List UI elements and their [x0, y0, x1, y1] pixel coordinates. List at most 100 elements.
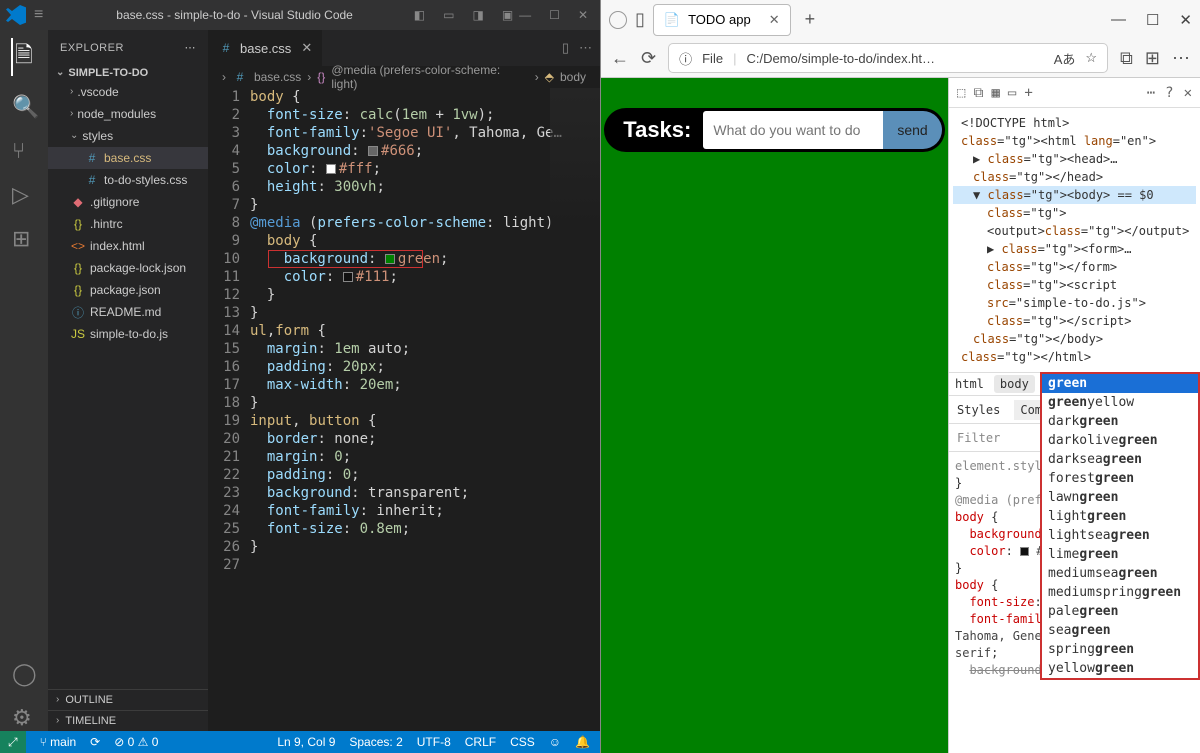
device-icon[interactable]: ⧉ — [973, 85, 983, 101]
tab-actions-icon[interactable]: ▯ — [635, 9, 645, 30]
file-readme[interactable]: ⓘREADME.md — [48, 301, 208, 323]
tab-close-icon[interactable]: ✕ — [301, 40, 312, 56]
bell-icon[interactable]: 🔔 — [575, 735, 590, 749]
folder-node-modules[interactable]: ›node_modules — [48, 103, 208, 125]
file-package-json[interactable]: {}package.json — [48, 279, 208, 301]
address-bar[interactable]: ⓘ File | C:/Demo/simple-to-do/index.ht… … — [668, 43, 1108, 73]
page-info-icon[interactable]: ⓘ — [679, 49, 692, 68]
encoding[interactable]: UTF-8 — [417, 735, 451, 749]
tab-base-css[interactable]: # base.css ✕ — [208, 30, 323, 66]
tab-more-icon[interactable]: ⋯ — [579, 40, 592, 56]
outline-section[interactable]: ›OUTLINE — [48, 689, 208, 710]
highlight-box — [268, 250, 423, 268]
vscode-titlebar[interactable]: ≡ base.css - simple-to-do - Visual Studi… — [0, 0, 600, 30]
favorite-icon[interactable]: ☆ — [1085, 50, 1097, 66]
git-icon[interactable]: ⑂ — [12, 138, 36, 164]
favicon-icon: 📄 — [664, 12, 680, 28]
minimize-icon[interactable]: — — [519, 8, 531, 22]
maximize-icon[interactable]: ☐ — [549, 8, 560, 22]
vscode-window: ≡ base.css - simple-to-do - Visual Studi… — [0, 0, 600, 753]
file-index-html[interactable]: <>index.html — [48, 235, 208, 257]
debug-icon[interactable]: ▷ — [12, 182, 36, 208]
file-script[interactable]: JSsimple-to-do.js — [48, 323, 208, 345]
minimap[interactable] — [550, 88, 600, 228]
close-devtools-icon[interactable]: ✕ — [1184, 85, 1192, 101]
help-icon[interactable]: ? — [1165, 85, 1173, 101]
file-base-css[interactable]: #base.css — [48, 147, 208, 169]
search-icon[interactable]: 🔍 — [12, 94, 36, 120]
inspect-icon[interactable]: ⬚ — [957, 85, 965, 101]
project-root[interactable]: ⌄SIMPLE-TO-DO — [48, 65, 208, 81]
problems[interactable]: ⊘ 0 ⚠ 0 — [114, 735, 158, 749]
code-editor[interactable]: 1234567891011121314151617181920212223242… — [208, 88, 600, 731]
filter-input[interactable]: Filter — [957, 431, 1000, 445]
new-tab-icon[interactable]: + — [1024, 85, 1032, 101]
window-controls: — ☐ ✕ — [519, 8, 588, 22]
activity-bar: 🗎 🔍 ⑂ ▷ ⊞ ◯ ⚙ — [0, 30, 48, 731]
edge-window: ▯ 📄 TODO app ✕ + — ☐ ✕ ← ⟳ ⓘ File | C:/D… — [600, 0, 1200, 753]
feedback-icon[interactable]: ☺ — [549, 735, 561, 749]
panel-left-icon[interactable]: ◧ — [414, 8, 425, 22]
timeline-section[interactable]: ›TIMELINE — [48, 710, 208, 731]
menu-icon[interactable]: ≡ — [34, 6, 43, 24]
menu-icon[interactable]: ⋯ — [1172, 48, 1190, 69]
file-gitignore[interactable]: ◆.gitignore — [48, 191, 208, 213]
devtools-toolbar: ⬚ ⧉ ▦ ▭ + ⋯ ? ✕ — [949, 78, 1200, 108]
status-bar: ⤢ ⑂ main ⟳ ⊘ 0 ⚠ 0 Ln 9, Col 9 Spaces: 2… — [0, 731, 600, 753]
breadcrumbs[interactable]: ›#base.css ›{}@media (prefers-color-sche… — [208, 66, 600, 88]
remote-icon[interactable]: ⤢ — [0, 731, 26, 753]
browser-chrome: ▯ 📄 TODO app ✕ + — ☐ ✕ ← ⟳ ⓘ File | C:/D… — [601, 0, 1200, 78]
profile-icon[interactable] — [609, 11, 627, 29]
maximize-icon[interactable]: ☐ — [1146, 11, 1159, 29]
panel-right-icon[interactable]: ◨ — [472, 8, 483, 22]
extensions-icon[interactable]: ⊞ — [12, 226, 36, 252]
autocomplete-popup[interactable]: greengreenyellowdarkgreendarkolivegreend… — [1040, 372, 1200, 680]
more-icon[interactable]: ⋯ — [1147, 85, 1155, 101]
editor-area: # base.css ✕ ▯ ⋯ ›#base.css ›{}@media (p… — [208, 30, 600, 731]
extensions-icon[interactable]: ⊞ — [1145, 48, 1160, 69]
account-icon[interactable]: ◯ — [12, 661, 36, 687]
browser-tab[interactable]: 📄 TODO app ✕ — [653, 4, 791, 36]
window-title: base.css - simple-to-do - Visual Studio … — [55, 8, 413, 22]
dom-tree[interactable]: <!DOCTYPE html>class="tg"><html lang="en… — [949, 108, 1200, 372]
page-content: Tasks: send — [601, 78, 948, 753]
layout-icons: ◧ ▭ ◨ ▣ — [414, 8, 513, 22]
tasks-label: Tasks: — [607, 117, 703, 143]
minimize-icon[interactable]: — — [1111, 11, 1126, 29]
file-todo-styles[interactable]: #to-do-styles.css — [48, 169, 208, 191]
task-form: Tasks: send — [604, 108, 944, 152]
close-icon[interactable]: ✕ — [1179, 11, 1192, 29]
explorer-icon[interactable]: 🗎 — [11, 38, 35, 76]
refresh-icon[interactable]: ⟳ — [641, 48, 656, 69]
indent[interactable]: Spaces: 2 — [349, 735, 402, 749]
split-editor-icon[interactable]: ▯ — [562, 40, 569, 56]
eol[interactable]: CRLF — [465, 735, 496, 749]
collections-icon[interactable]: ⧉ — [1120, 48, 1133, 69]
settings-icon[interactable]: ⚙ — [12, 705, 36, 731]
file-package-lock[interactable]: {}package-lock.json — [48, 257, 208, 279]
back-icon[interactable]: ← — [611, 48, 629, 69]
folder-styles[interactable]: ⌄styles — [48, 125, 208, 147]
sync-icon[interactable]: ⟳ — [90, 735, 100, 749]
send-button[interactable]: send — [883, 111, 941, 149]
welcome-icon[interactable]: ▦ — [991, 85, 999, 101]
close-icon[interactable]: ✕ — [578, 8, 588, 22]
git-branch[interactable]: ⑂ main — [40, 735, 77, 749]
vscode-logo-icon — [6, 5, 26, 25]
file-hintrc[interactable]: {}.hintrc — [48, 213, 208, 235]
new-tab-icon[interactable]: + — [805, 9, 816, 30]
sidebar: EXPLORER ⋯ ⌄SIMPLE-TO-DO ›.vscode ›node_… — [48, 30, 208, 731]
elements-tab-icon[interactable]: ▭ — [1008, 85, 1016, 101]
language[interactable]: CSS — [510, 735, 535, 749]
more-icon[interactable]: ⋯ — [185, 41, 197, 54]
read-aloud-icon[interactable]: Aあ — [1054, 49, 1076, 68]
devtools-panel: ⬚ ⧉ ▦ ▭ + ⋯ ? ✕ <!DOCTYPE html>class="tg… — [948, 78, 1200, 753]
cursor-pos[interactable]: Ln 9, Col 9 — [277, 735, 335, 749]
styles-tab[interactable]: Styles — [957, 403, 1000, 417]
folder-vscode[interactable]: ›.vscode — [48, 81, 208, 103]
editor-tabs: # base.css ✕ ▯ ⋯ — [208, 30, 600, 66]
tab-close-icon[interactable]: ✕ — [769, 12, 780, 28]
task-input[interactable] — [703, 111, 883, 149]
panel-bottom-icon[interactable]: ▭ — [443, 8, 454, 22]
layout-icon[interactable]: ▣ — [502, 8, 513, 22]
